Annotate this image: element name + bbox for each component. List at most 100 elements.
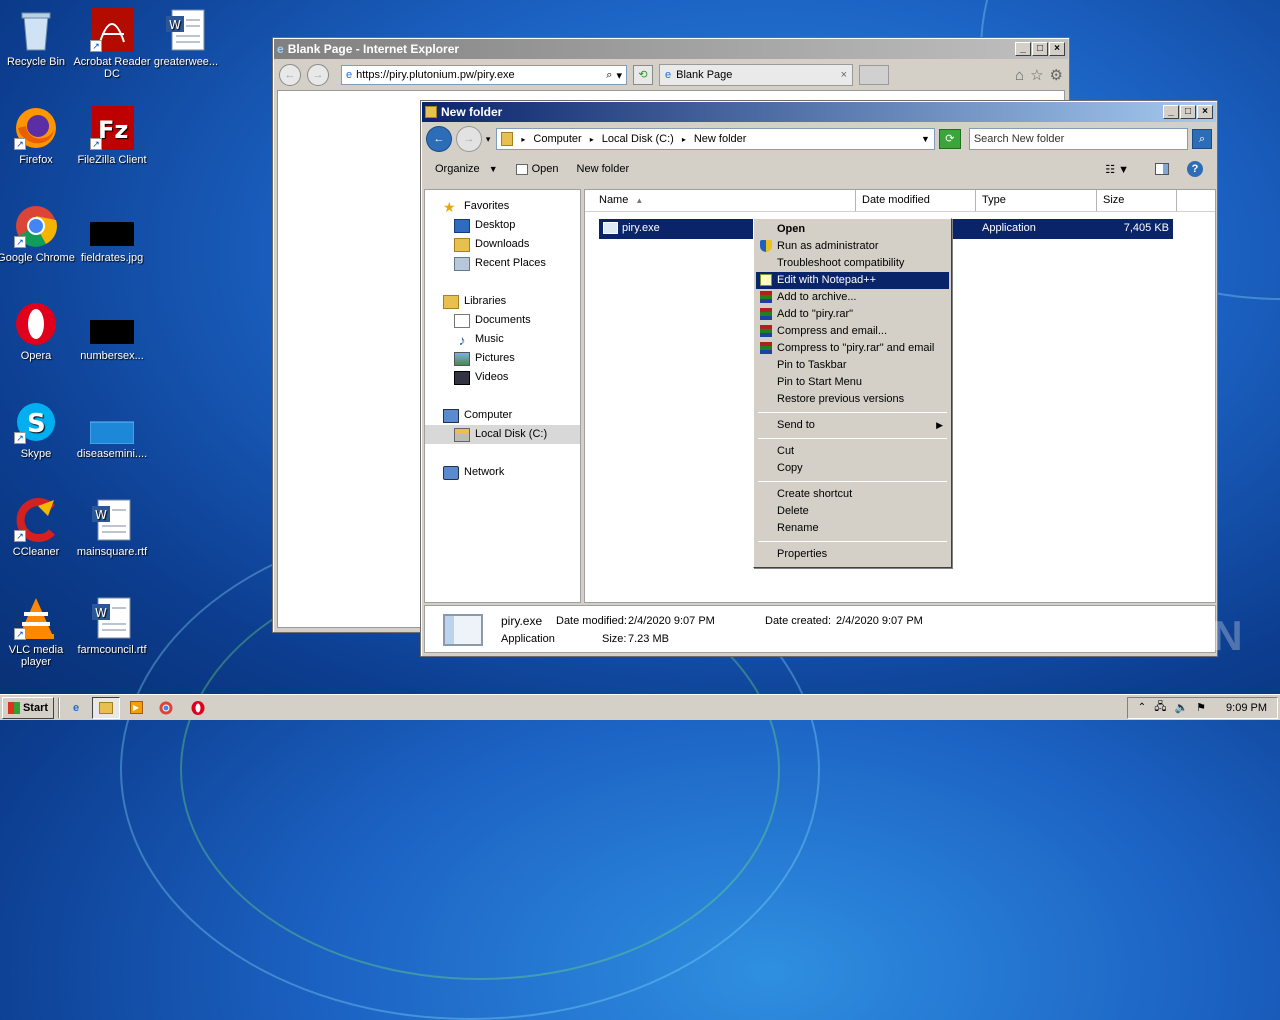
taskbar-ie-button[interactable]: e — [64, 697, 88, 719]
desktop-icon-opera[interactable]: Opera — [0, 302, 76, 362]
search-icon[interactable]: ⌕ — [606, 69, 612, 82]
menu-properties[interactable]: Properties — [756, 546, 949, 563]
nav-recent-places[interactable]: Recent Places — [425, 254, 580, 273]
dropdown-icon[interactable]: ▾ — [616, 69, 622, 82]
menu-cut[interactable]: Cut — [756, 443, 949, 460]
nav-favorites[interactable]: ★ Favorites — [425, 197, 580, 216]
desktop-icon-diseasemini[interactable]: diseasemini.... — [72, 400, 152, 460]
breadcrumb[interactable]: ▸ Computer ▸ Local Disk (C:) ▸ New folde… — [496, 128, 935, 150]
explorer-title-bar[interactable]: New folder _ □ × — [422, 102, 1216, 122]
menu-send-to[interactable]: Send to ▶ — [756, 417, 949, 434]
breadcrumb-computer[interactable]: Computer — [533, 133, 581, 145]
home-icon[interactable]: ⌂ — [1015, 67, 1024, 84]
nav-downloads[interactable]: Downloads — [425, 235, 580, 254]
favorites-star-icon[interactable]: ☆ — [1030, 66, 1043, 84]
new-folder-button[interactable]: New folder — [577, 163, 630, 175]
menu-rename[interactable]: Rename — [756, 520, 949, 537]
column-header-name[interactable]: Name ▲ — [585, 190, 856, 211]
tab-close-icon[interactable]: × — [841, 69, 847, 81]
nav-network[interactable]: Network — [425, 463, 580, 482]
nav-libraries[interactable]: Libraries — [425, 292, 580, 311]
desktop-icon-chrome[interactable]: ↗ Google Chrome — [0, 204, 76, 264]
nav-documents[interactable]: Documents — [425, 311, 580, 330]
history-dropdown-icon[interactable]: ▾ — [486, 134, 491, 145]
action-center-flag-icon[interactable]: ⚑ — [1196, 701, 1206, 714]
column-header-size[interactable]: Size — [1097, 190, 1177, 211]
nav-desktop[interactable]: Desktop — [425, 216, 580, 235]
menu-pin-start[interactable]: Pin to Start Menu — [756, 374, 949, 391]
desktop-icon-filezilla[interactable]: Fz ↗ FileZilla Client — [72, 106, 152, 166]
start-button[interactable]: Start — [2, 696, 54, 719]
close-button[interactable]: × — [1049, 42, 1065, 56]
desktop-icon-fieldrates[interactable]: fieldrates.jpg — [72, 204, 152, 264]
application-file-icon — [443, 614, 483, 646]
column-header-date[interactable]: Date modified — [856, 190, 976, 211]
minimize-button[interactable]: _ — [1015, 42, 1031, 56]
search-input[interactable]: Search New folder — [968, 128, 1189, 150]
desktop-icon-farmcouncil[interactable]: W farmcouncil.rtf — [72, 596, 152, 656]
menu-run-as-administrator[interactable]: Run as administrator — [756, 238, 949, 255]
nav-videos[interactable]: Videos — [425, 368, 580, 387]
search-button[interactable]: ⌕ — [1192, 129, 1213, 149]
desktop-icon-greaterwee[interactable]: W greaterwee... — [146, 8, 226, 68]
desktop-icon-mainsquare[interactable]: W mainsquare.rtf — [72, 498, 152, 558]
open-button[interactable]: Open — [515, 163, 559, 175]
menu-edit-notepad[interactable]: Edit with Notepad++ — [756, 272, 949, 289]
gear-icon[interactable]: ⚙ — [1050, 66, 1063, 84]
menu-open[interactable]: Open — [756, 221, 949, 238]
menu-add-to-archive[interactable]: Add to archive... — [756, 289, 949, 306]
back-button[interactable]: ← — [426, 126, 452, 152]
menu-compress-rar-email[interactable]: Compress to "piry.rar" and email — [756, 340, 949, 357]
anyrun-watermark: ANY RUN — [1040, 612, 1245, 659]
close-button[interactable]: × — [1197, 105, 1213, 119]
menu-restore-versions[interactable]: Restore previous versions — [756, 391, 949, 408]
menu-pin-taskbar[interactable]: Pin to Taskbar — [756, 357, 949, 374]
ie-title-bar[interactable]: e Blank Page - Internet Explorer _ □ × — [274, 39, 1068, 59]
menu-copy[interactable]: Copy — [756, 460, 949, 477]
nav-local-disk[interactable]: Local Disk (C:) — [425, 425, 580, 444]
taskbar-chrome-button[interactable] — [154, 697, 178, 719]
forward-button[interactable]: → — [307, 64, 329, 86]
refresh-button[interactable]: ⟲ — [633, 65, 653, 85]
menu-troubleshoot[interactable]: Troubleshoot compatibility — [756, 255, 949, 272]
nav-music[interactable]: ♪ Music — [425, 330, 580, 349]
taskbar-media-player-button[interactable]: ▶ — [124, 697, 148, 719]
view-options-icon[interactable]: ☷ ▼ — [1105, 163, 1129, 176]
address-bar[interactable]: e https://piry.plutonium.pw/piry.exe ⌕ ▾ — [341, 65, 627, 85]
taskbar-explorer-button[interactable] — [92, 696, 120, 719]
back-button[interactable]: ← — [279, 64, 301, 86]
preview-pane-icon[interactable] — [1155, 163, 1169, 175]
nav-computer[interactable]: Computer — [425, 406, 580, 425]
show-hidden-icons[interactable]: ⌃ — [1138, 702, 1146, 713]
clock[interactable]: 9:09 PM — [1226, 702, 1267, 714]
column-header-type[interactable]: Type — [976, 190, 1097, 211]
forward-button[interactable]: → — [455, 126, 482, 152]
maximize-button[interactable]: □ — [1180, 105, 1196, 119]
desktop-icon-vlc[interactable]: ↗ VLC media player — [0, 596, 76, 668]
desktop-icon-firefox[interactable]: ↗ Firefox — [0, 106, 76, 166]
desktop-icon-recycle-bin[interactable]: Recycle Bin — [0, 8, 76, 68]
desktop-icon-ccleaner[interactable]: ↗ CCleaner — [0, 498, 76, 558]
minimize-button[interactable]: _ — [1163, 105, 1179, 119]
breadcrumb-new-folder[interactable]: New folder — [694, 133, 747, 145]
menu-add-to-rar[interactable]: Add to "piry.rar" — [756, 306, 949, 323]
network-tray-icon[interactable]: 🖧 — [1154, 698, 1166, 717]
maximize-button[interactable]: □ — [1032, 42, 1048, 56]
menu-create-shortcut[interactable]: Create shortcut — [756, 486, 949, 503]
organize-button[interactable]: Organize ▼ — [435, 163, 498, 175]
menu-delete[interactable]: Delete — [756, 503, 949, 520]
breadcrumb-local-disk[interactable]: Local Disk (C:) — [602, 133, 674, 145]
ie-tab-blank-page[interactable]: e Blank Page × — [659, 64, 853, 86]
new-tab-button[interactable] — [859, 65, 889, 85]
desktop-icon-skype[interactable]: S ↗ Skype — [0, 400, 76, 460]
refresh-button[interactable]: ⟳ — [938, 129, 961, 149]
taskbar-opera-button[interactable] — [186, 697, 210, 719]
help-icon[interactable]: ? — [1187, 161, 1203, 177]
svg-text:W: W — [169, 18, 181, 32]
nav-pictures[interactable]: Pictures — [425, 349, 580, 368]
desktop-icon-acrobat[interactable]: ↗ Acrobat Reader DC — [72, 8, 152, 80]
address-dropdown-icon[interactable]: ▼ — [921, 134, 930, 144]
volume-icon[interactable]: 🔈 — [1174, 701, 1188, 714]
desktop-icon-numbersex[interactable]: numbersex... — [72, 302, 152, 362]
menu-compress-email[interactable]: Compress and email... — [756, 323, 949, 340]
